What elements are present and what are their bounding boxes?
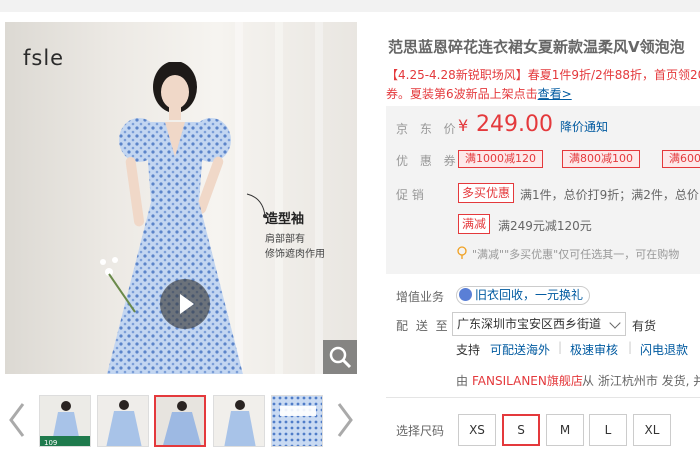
zoom-button[interactable] (323, 340, 357, 374)
promo-banner: 【4.25-4.28新锐职场风】春夏1件9折/2件88折，首页领20/6 券。夏… (386, 66, 700, 104)
service-value: 旧衣回收，一元换礼 (475, 288, 584, 302)
promo-text-multibuy: 满1件，总价打9折；满2件，总价 (520, 188, 699, 202)
prev-arrow-icon[interactable] (7, 402, 27, 438)
support-item-overseas[interactable]: 可配送海外 (490, 341, 550, 358)
size-option-m[interactable]: M (546, 414, 584, 446)
promo-tag-multibuy: 多买优惠 (458, 183, 515, 203)
thumbnail-strip: 109 (5, 392, 357, 452)
brand-logo: fsle (23, 46, 65, 70)
price-value: 249.00 (476, 112, 553, 137)
model-dress-illustration (100, 62, 243, 374)
promotion-label: 促 销 (396, 188, 424, 202)
ship-label: 配 送 至 (396, 319, 450, 333)
coupon-3[interactable]: 满600 (662, 150, 700, 168)
size-option-xl[interactable]: XL (633, 414, 671, 446)
thumb-image: 109 (40, 396, 90, 447)
size-option-xs[interactable]: XS (458, 414, 496, 446)
play-video-button[interactable] (160, 279, 210, 329)
seller-prefix: 由 (456, 374, 469, 388)
thumbnail-5[interactable] (271, 395, 323, 447)
support-item-fast-review[interactable]: 极速审核 (570, 341, 618, 358)
coupon-label: 优 惠 券 (396, 154, 460, 168)
seller-store-link[interactable]: FANSILANEN旗舰店 (472, 372, 583, 389)
thumbnail-3-selected[interactable] (154, 395, 206, 447)
curtain-stripe (275, 22, 283, 374)
price-notice-link[interactable]: 降价通知 (560, 118, 608, 135)
stock-status: 有货 (632, 319, 657, 333)
coupon-1[interactable]: 满1000减120 (458, 150, 543, 168)
support-label: 支持 (456, 343, 481, 357)
seller-origin: 从 浙江杭州市 发货, 并 (582, 374, 700, 388)
currency-symbol: ¥ (458, 116, 469, 135)
product-info-panel: 范思蓝恩碎花连衣裙女夏新款温柔风V领泡泡 【4.25-4.28新锐职场风】春夏1… (386, 0, 700, 457)
magnifier-icon (329, 346, 352, 369)
callout-title: 造型袖 (265, 212, 305, 227)
price-label: 京 东 价 (396, 122, 460, 136)
old-clothes-recycle-button[interactable]: 旧衣回收，一元换礼 (456, 286, 591, 305)
promo-line-1: 【4.25-4.28新锐职场风】春夏1件9折/2件88折，首页领20/6 (386, 68, 700, 82)
chevron-down-icon (609, 317, 621, 329)
thumb-image (272, 396, 322, 446)
promo-view-link[interactable]: 查看> (538, 87, 572, 101)
callout-line-2: 修饰遮肉作用 (265, 249, 325, 260)
promo-tag-discount: 满减 (458, 214, 491, 234)
recycle-icon (459, 288, 472, 301)
service-label: 增值业务 (396, 290, 445, 304)
thumb-image (156, 397, 204, 445)
coupon-2[interactable]: 满800减100 (562, 150, 640, 168)
size-option-s-selected[interactable]: S (502, 414, 540, 446)
thumb-image (98, 396, 148, 446)
divider (386, 397, 700, 398)
main-product-image[interactable]: fsle 造型袖 肩部部有 修饰遮肉作用 (5, 22, 357, 374)
promo-text-discount: 满249元减120元 (498, 219, 592, 233)
curtain-stripe (315, 22, 323, 374)
promo-line-2: 券。夏装第6波新品上架点击 (386, 87, 538, 101)
thumbnail-2[interactable] (97, 395, 149, 447)
size-option-l[interactable]: L (589, 414, 627, 446)
next-arrow-icon[interactable] (335, 402, 355, 438)
support-divider: | (558, 340, 563, 354)
lightbulb-icon (457, 246, 467, 259)
shipping-address-select[interactable]: 广东深圳市宝安区西乡街道 (452, 312, 626, 336)
support-item-fast-refund[interactable]: 闪电退款 (640, 341, 688, 358)
product-title: 范思蓝恩碎花连衣裙女夏新款温柔风V领泡泡 (388, 38, 685, 56)
thumb-badge: 109 (44, 439, 57, 447)
size-label: 选择尺码 (396, 424, 445, 438)
support-divider: | (628, 340, 633, 354)
thumb-image (214, 396, 264, 446)
callout-description: 肩部部有 修饰遮肉作用 (265, 232, 325, 262)
price-box: 京 东 价 ¥ 249.00 降价通知 优 惠 券 满1000减120 满800… (386, 106, 700, 274)
promo-line-2-wrap: 券。夏装第6波新品上架点击查看> (386, 85, 700, 104)
thumbnail-1[interactable]: 109 (39, 395, 91, 447)
callout-line-1: 肩部部有 (265, 234, 305, 245)
promo-tip: "满减""多买优惠"仅可任选其一，可在购物 (472, 248, 680, 261)
shipping-address-value: 广东深圳市宝安区西乡街道 (457, 317, 602, 331)
thumbnail-4[interactable] (213, 395, 265, 447)
